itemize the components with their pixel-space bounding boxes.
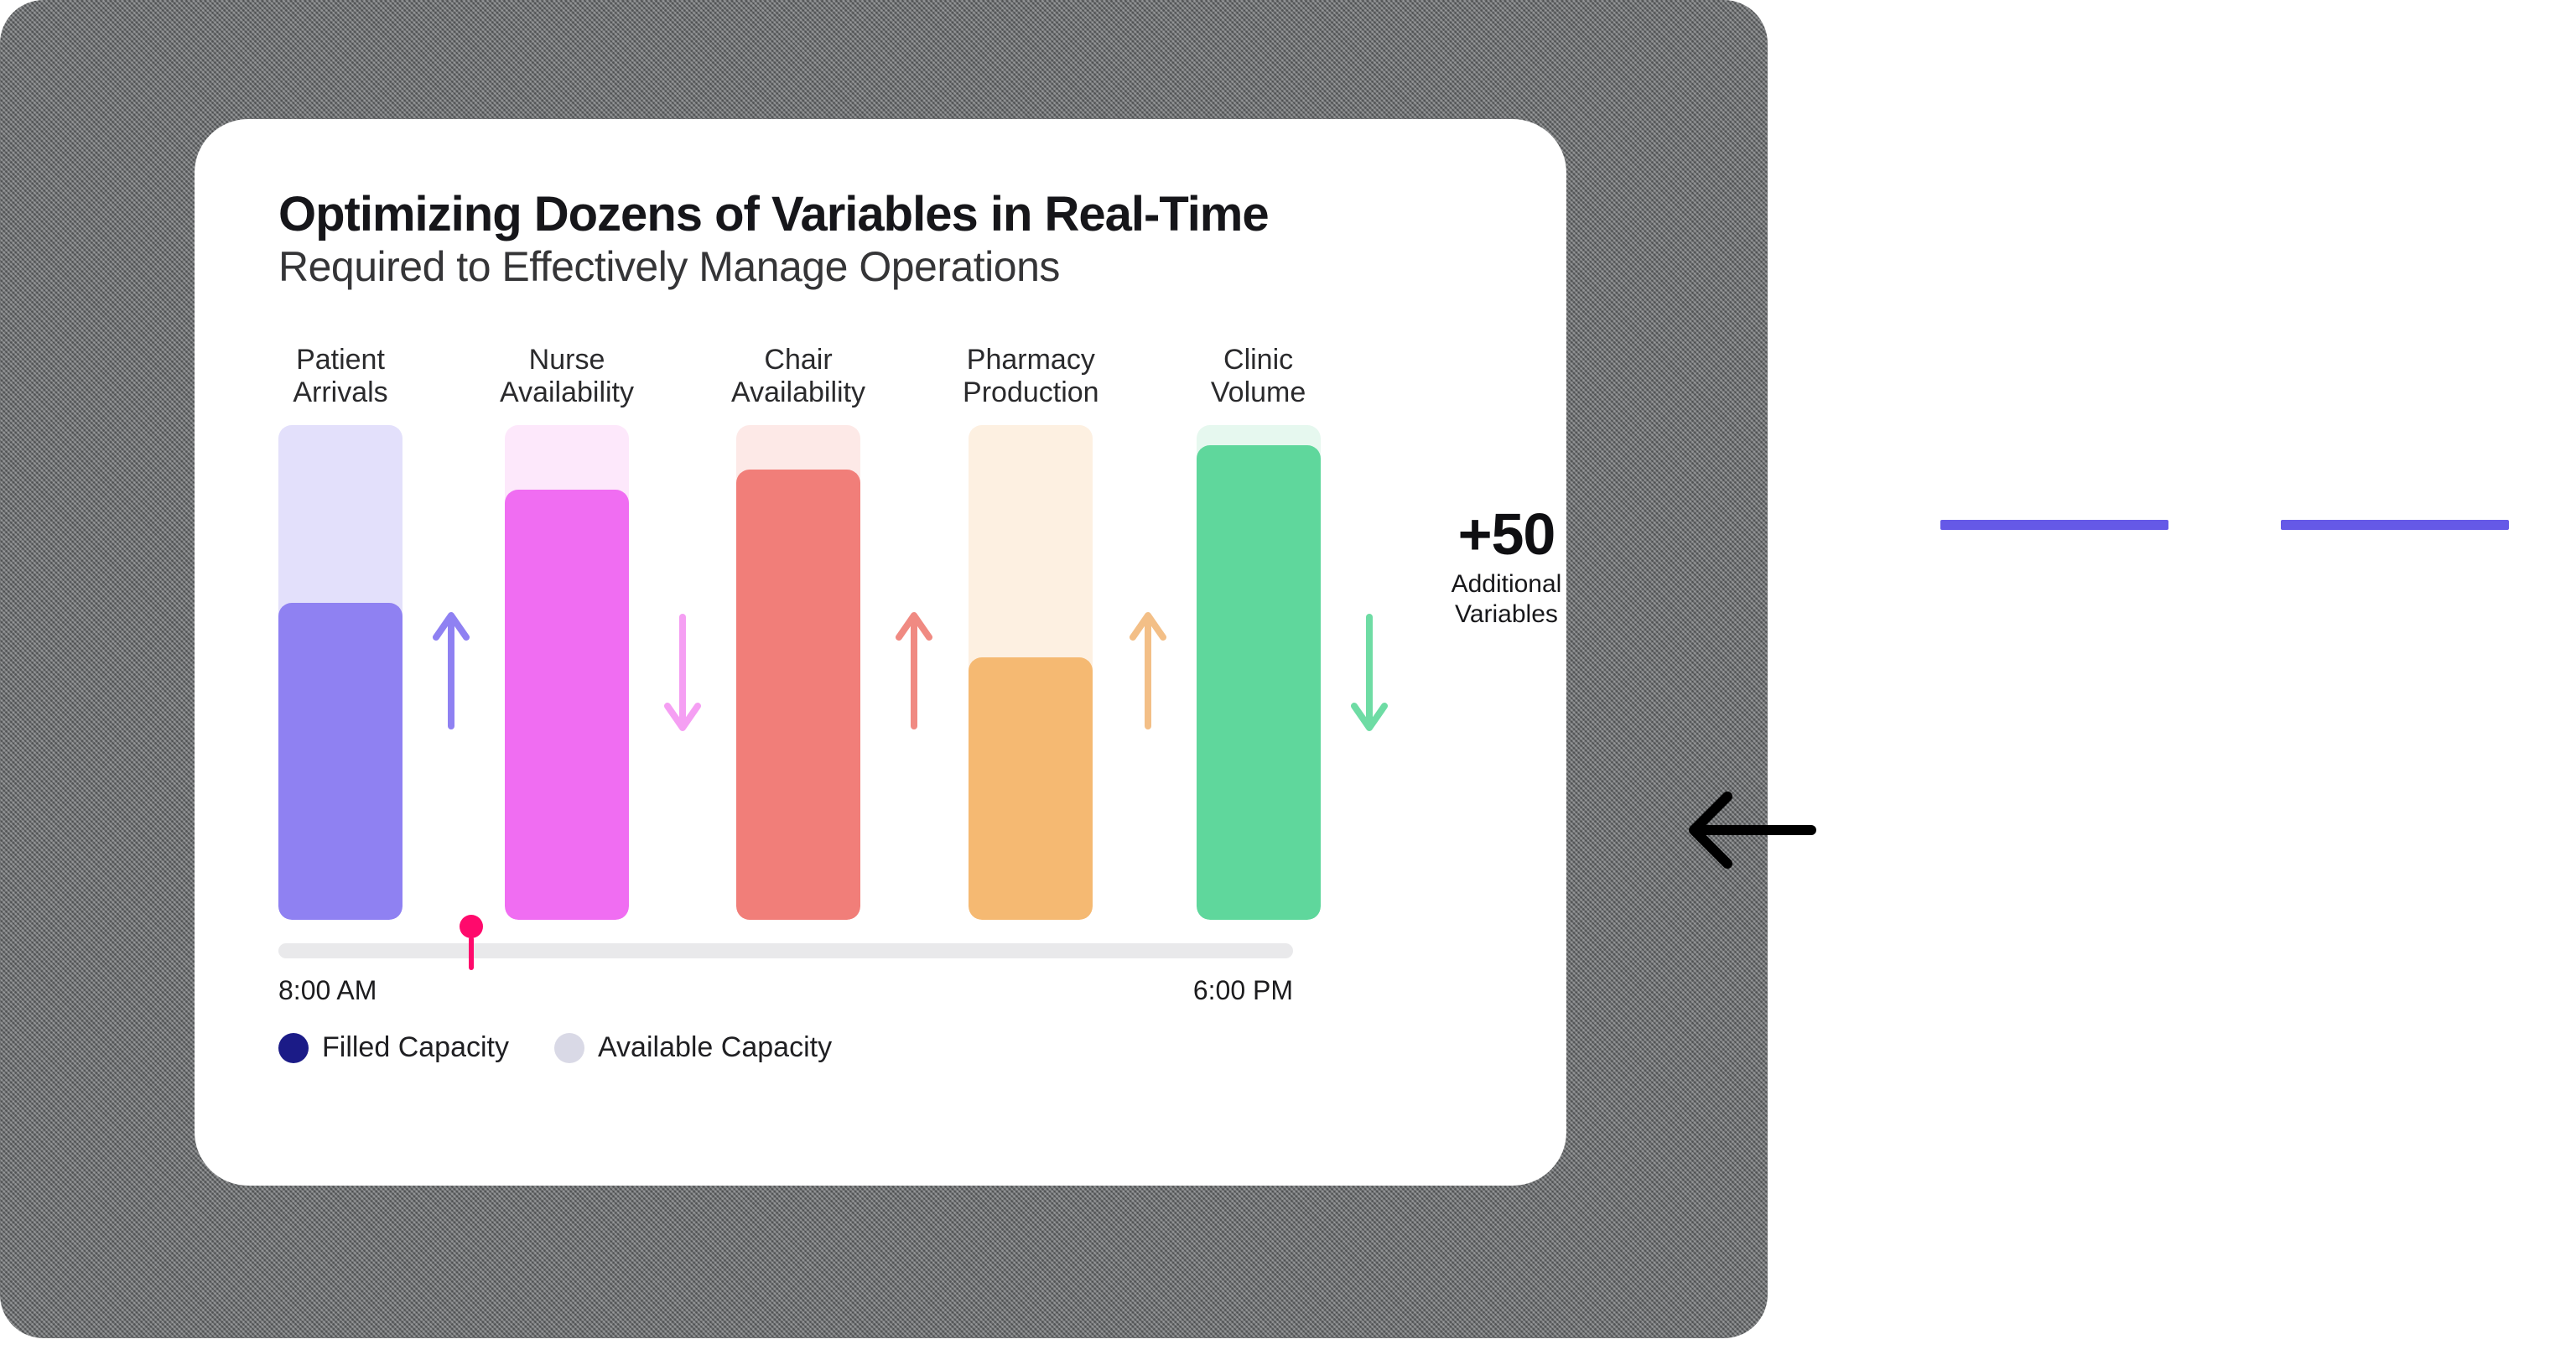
timeline-pin-stem	[469, 937, 474, 970]
capacity-bar-fill	[278, 603, 402, 920]
chart-row: Patient Arrivals Nurse Availability Chai…	[278, 341, 1499, 920]
capacity-bar-fill	[1197, 445, 1321, 920]
column-label-line: Volume	[1211, 376, 1306, 409]
column-label: Chair Availability	[731, 341, 865, 412]
timeline-pin-dot	[460, 915, 483, 938]
column-label-line: Production	[963, 376, 1099, 409]
legend-filled-swatch	[278, 1033, 309, 1063]
capacity-bar-fill	[969, 657, 1093, 920]
column-label: Pharmacy Production	[963, 341, 1099, 412]
time-labels: 8:00 AM 6:00 PM	[278, 975, 1293, 1006]
legend-available-label: Available Capacity	[598, 1031, 832, 1064]
timeline-track	[278, 943, 1293, 958]
column-label: Nurse Availability	[500, 341, 634, 412]
variables-card: Optimizing Dozens of Variables in Real-T…	[195, 119, 1566, 1186]
column-label-line: Availability	[731, 376, 865, 409]
capacity-bar	[736, 425, 860, 920]
capacity-bar	[278, 425, 402, 920]
column-label-line: Availability	[500, 376, 634, 409]
capacity-bar-fill	[505, 490, 629, 920]
additional-variables-label: AdditionalVariables	[1452, 569, 1562, 630]
legend-filled-label: Filled Capacity	[322, 1031, 509, 1064]
variable-column: Pharmacy Production	[963, 341, 1099, 920]
back-arrow-icon	[1677, 780, 1820, 885]
column-label-line: Pharmacy	[963, 344, 1099, 376]
timeline-end-label: 6:00 PM	[1193, 975, 1293, 1006]
card-subtitle: Required to Effectively Manage Operation…	[278, 242, 1499, 291]
column-label-line: Nurse	[500, 344, 634, 376]
legend-available-swatch	[554, 1033, 584, 1063]
side-accent-bar	[1940, 520, 2168, 530]
additional-variables-count: +50	[1452, 501, 1562, 568]
column-label: Patient Arrivals	[293, 341, 387, 412]
arrow-down-icon	[657, 341, 708, 920]
legend: Filled Capacity Available Capacity	[278, 1031, 1499, 1064]
column-label-line: Clinic	[1211, 344, 1306, 376]
variable-column: Patient Arrivals	[278, 341, 402, 920]
card-title: Optimizing Dozens of Variables in Real-T…	[278, 186, 1499, 242]
legend-available: Available Capacity	[554, 1031, 832, 1064]
title-block: Optimizing Dozens of Variables in Real-T…	[278, 186, 1499, 291]
arrow-up-icon	[889, 341, 939, 920]
column-label-line: Arrivals	[293, 376, 387, 409]
capacity-bar	[969, 425, 1093, 920]
column-label: Clinic Volume	[1211, 341, 1306, 412]
timeline-start-label: 8:00 AM	[278, 975, 377, 1006]
arrow-up-icon	[426, 341, 476, 920]
capacity-bar	[1197, 425, 1321, 920]
variable-column: Chair Availability	[731, 341, 865, 920]
legend-filled: Filled Capacity	[278, 1031, 509, 1064]
side-accent-bar	[2281, 520, 2509, 530]
variable-column: Clinic Volume	[1197, 341, 1321, 920]
column-label-line: Chair	[731, 344, 865, 376]
additional-variables-callout: +50 AdditionalVariables	[1418, 341, 1562, 630]
capacity-bar-fill	[736, 470, 860, 920]
side-accent-bars	[1940, 520, 2509, 530]
column-label-line: Patient	[293, 344, 387, 376]
arrow-up-icon	[1123, 341, 1173, 920]
capacity-bar	[505, 425, 629, 920]
timeline[interactable]	[278, 943, 1293, 958]
timeline-pin[interactable]	[460, 915, 483, 965]
variable-column: Nurse Availability	[500, 341, 634, 920]
arrow-down-icon	[1344, 341, 1394, 920]
